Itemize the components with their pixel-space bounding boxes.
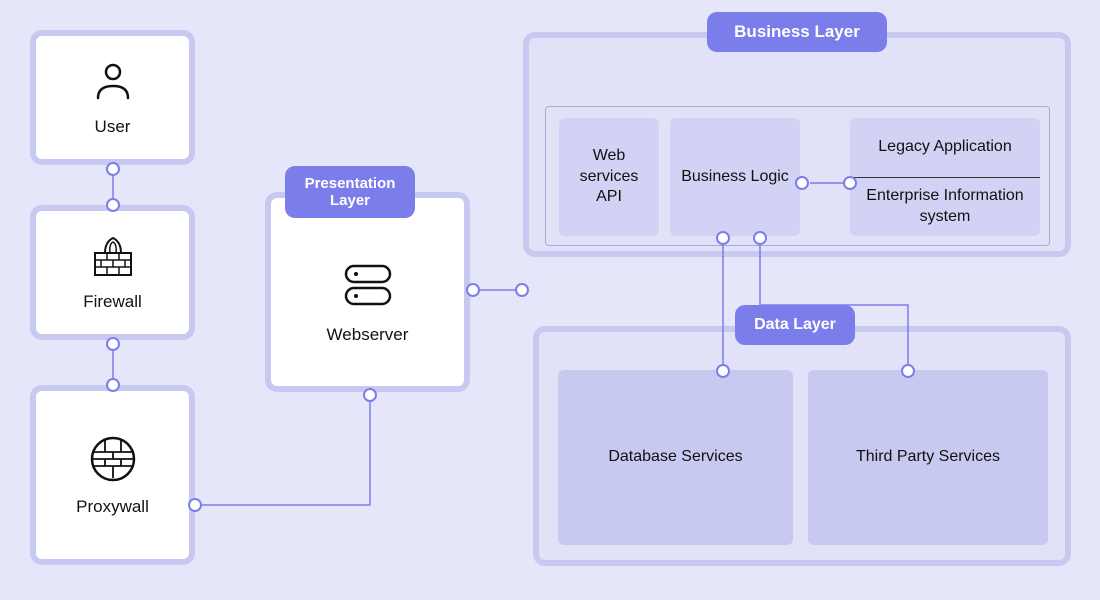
port-user-bottom [106,162,120,176]
port-proxywall-right [188,498,202,512]
box-third-party-services: Third Party Services [808,370,1048,545]
node-proxywall: Proxywall [30,385,195,565]
port-proxywall-top [106,378,120,392]
server-icon [338,260,398,317]
port-db-top [716,364,730,378]
port-bizlogic-bottom-2 [753,231,767,245]
web-services-api-label: Web services API [559,146,659,208]
third-party-label: Third Party Services [846,447,1010,468]
database-services-label: Database Services [598,447,752,468]
eis-label: Enterprise Information system [850,178,1040,237]
data-layer-badge: Data Layer [735,305,855,345]
port-legacy-left [843,176,857,190]
presentation-layer-label: Presentation Layer [295,175,405,209]
port-webserver-bottom [363,388,377,402]
box-business-logic: Business Logic [670,118,800,236]
box-web-services-api: Web services API [559,118,659,236]
proxywall-icon [88,434,138,489]
box-database-services: Database Services [558,370,793,545]
node-webserver: Webserver [265,192,470,392]
box-legacy-eis: Legacy Application Enterprise Informatio… [850,118,1040,236]
firewall-icon [90,233,136,284]
port-firewall-bottom [106,337,120,351]
user-icon [90,58,136,109]
proxywall-label: Proxywall [76,497,149,517]
port-webserver-right [466,283,480,297]
business-layer-label: Business Layer [734,22,860,42]
legacy-app-label: Legacy Application [850,118,1040,177]
port-firewall-top [106,198,120,212]
node-firewall: Firewall [30,205,195,340]
user-label: User [95,117,131,137]
port-bizlogic-right [795,176,809,190]
presentation-layer-badge: Presentation Layer [285,166,415,218]
node-user: User [30,30,195,165]
firewall-label: Firewall [83,292,142,312]
business-layer-badge: Business Layer [707,12,887,52]
port-business-left [515,283,529,297]
port-bizlogic-bottom-1 [716,231,730,245]
port-third-top [901,364,915,378]
business-logic-label: Business Logic [675,167,795,188]
webserver-label: Webserver [327,325,409,345]
data-layer-label: Data Layer [754,316,836,334]
